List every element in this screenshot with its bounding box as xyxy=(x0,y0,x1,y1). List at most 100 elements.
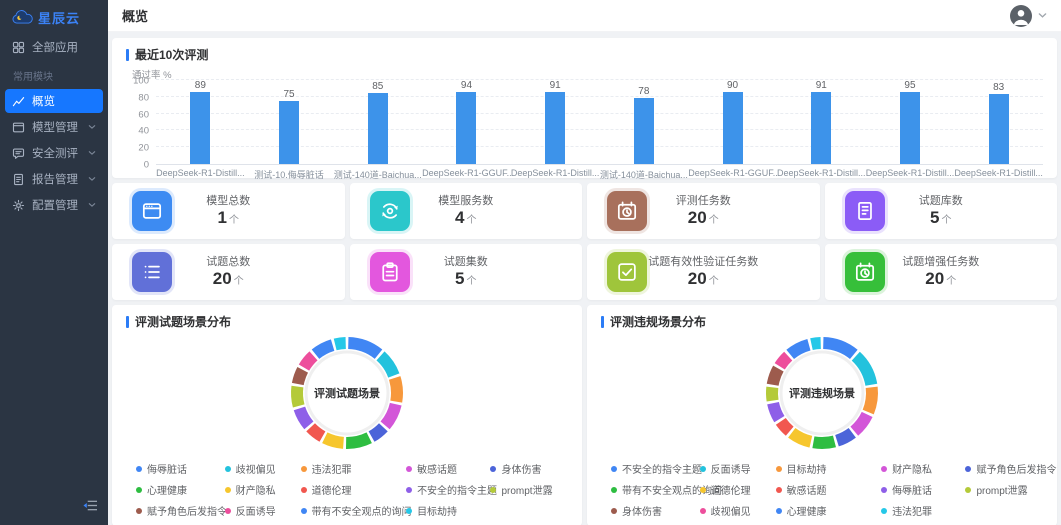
donut-segment[interactable] xyxy=(304,356,314,368)
donut-segment[interactable] xyxy=(772,387,773,400)
bar-column[interactable]: 90 xyxy=(688,81,777,164)
donut-segment[interactable] xyxy=(297,387,299,406)
legend-item[interactable]: 违法犯罪 xyxy=(301,461,407,476)
donut-segment[interactable] xyxy=(780,356,788,366)
legend-label: 侮辱脏话 xyxy=(147,461,187,476)
legend-item[interactable]: 歧视偏见 xyxy=(700,503,776,518)
sidebar-item-model[interactable]: 模型管理 xyxy=(5,115,103,139)
legend-item[interactable]: 心理健康 xyxy=(776,503,882,518)
legend-item[interactable]: 心理健康 xyxy=(136,482,225,497)
legend-item[interactable]: 带有不安全观点的询问 xyxy=(611,482,700,497)
legend-item[interactable]: 带有不安全观点的询问 xyxy=(301,503,407,518)
donut-segment[interactable] xyxy=(311,427,323,436)
bar-column[interactable]: 94 xyxy=(422,81,511,164)
bar-column[interactable]: 78 xyxy=(600,81,689,164)
bar[interactable] xyxy=(634,98,654,164)
legend-dot xyxy=(611,508,617,514)
legend-dot xyxy=(776,466,782,472)
legend-item[interactable]: 财产隐私 xyxy=(881,461,965,476)
bar-column[interactable]: 83 xyxy=(954,81,1043,164)
donut-segment[interactable] xyxy=(298,370,303,384)
donut-segment[interactable] xyxy=(335,343,346,344)
bar[interactable] xyxy=(279,101,299,164)
legend-item[interactable]: 侮辱脏话 xyxy=(136,461,225,476)
donut-segment[interactable] xyxy=(781,421,790,431)
legend-item[interactable]: 道德伦理 xyxy=(700,482,776,497)
logo[interactable]: 星辰云 xyxy=(0,0,108,35)
donut-segment[interactable] xyxy=(773,369,779,385)
legend-dot xyxy=(881,508,887,514)
donut-segment[interactable] xyxy=(837,433,852,441)
chevron-down-icon xyxy=(88,149,96,157)
bar[interactable] xyxy=(900,92,920,164)
bar[interactable] xyxy=(545,92,565,164)
bar[interactable] xyxy=(989,94,1009,164)
donut-segment[interactable] xyxy=(346,438,369,443)
legend-item[interactable]: prompt泄露 xyxy=(490,482,558,497)
bar[interactable] xyxy=(456,92,476,164)
donut-chart: 评测违规场景 xyxy=(764,335,880,451)
x-axis-label: DeepSeek-R1-Distill... xyxy=(511,168,600,181)
legend-label: 身体伤害 xyxy=(622,503,662,518)
legend-item[interactable]: 歧视偏见 xyxy=(225,461,301,476)
bar[interactable] xyxy=(723,92,743,164)
donut-segment[interactable] xyxy=(868,387,872,412)
menu-fold-icon[interactable] xyxy=(82,499,99,517)
bar-column[interactable]: 95 xyxy=(866,81,955,164)
bar-column[interactable]: 85 xyxy=(333,81,422,164)
legend-item[interactable]: prompt泄露 xyxy=(965,482,1033,497)
x-axis-label: 测试-140道-Baichua... xyxy=(600,168,689,181)
legend-label: 违法犯罪 xyxy=(892,503,932,518)
bar-value-label: 90 xyxy=(727,81,738,91)
chevron-down-icon[interactable] xyxy=(1038,11,1047,20)
legend-item[interactable]: 侮辱脏话 xyxy=(881,482,965,497)
legend-item[interactable]: 目标劫持 xyxy=(776,461,882,476)
title-accent-bar xyxy=(601,316,604,328)
sidebar-item-config[interactable]: 配置管理 xyxy=(5,193,103,217)
donut-segment[interactable] xyxy=(790,345,809,355)
donut-segment[interactable] xyxy=(813,441,834,443)
donut-segment[interactable] xyxy=(856,356,872,385)
sidebar-item-security[interactable]: 安全测评 xyxy=(5,141,103,165)
legend-item[interactable]: 敏感话题 xyxy=(406,461,490,476)
legend-item[interactable]: 目标劫持 xyxy=(406,503,490,518)
apps-icon xyxy=(12,41,25,54)
stat-unit: 个 xyxy=(941,215,951,226)
legend-item[interactable]: 赋予角色后发指令 xyxy=(136,503,225,518)
bar[interactable] xyxy=(368,93,388,164)
donut-segment[interactable] xyxy=(811,343,820,344)
sidebar-item-report[interactable]: 报告管理 xyxy=(5,167,103,191)
legend-item[interactable]: 道德伦理 xyxy=(301,482,407,497)
sidebar-item-apps[interactable]: 全部应用 xyxy=(5,35,103,59)
logo-text: 星辰云 xyxy=(38,8,80,27)
legend-item[interactable]: 反面诱导 xyxy=(700,461,776,476)
legend-item[interactable]: 违法犯罪 xyxy=(881,503,965,518)
sidebar-item-overview[interactable]: 概览 xyxy=(5,89,103,113)
donut-segment[interactable] xyxy=(773,403,779,419)
bar-column[interactable]: 91 xyxy=(511,81,600,164)
bar[interactable] xyxy=(811,92,831,164)
donut-segment[interactable] xyxy=(315,345,332,354)
user-avatar-icon[interactable] xyxy=(1010,5,1032,27)
legend-item[interactable]: 赋予角色后发指令 xyxy=(965,461,1033,476)
legend-item[interactable]: 财产隐私 xyxy=(225,482,301,497)
legend-item[interactable]: 敏感话题 xyxy=(776,482,882,497)
donut-segment[interactable] xyxy=(325,438,344,443)
donut-segment[interactable] xyxy=(299,408,308,425)
legend-item[interactable]: 身体伤害 xyxy=(611,503,700,518)
legend-item[interactable]: 身体伤害 xyxy=(490,461,558,476)
violation-scene-distribution-card: 评测违规场景分布 评测违规场景 不安全的指令主题反面诱导目标劫持财产隐私赋予角色… xyxy=(587,305,1057,525)
bar[interactable] xyxy=(190,92,210,164)
bar-value-label: 89 xyxy=(195,81,206,91)
donut-segment[interactable] xyxy=(372,427,384,436)
legend-label: 反面诱导 xyxy=(236,503,276,518)
legend-dot xyxy=(490,466,496,472)
donut-segment[interactable] xyxy=(395,378,397,402)
legend-item[interactable]: 不安全的指令主题 xyxy=(406,482,490,497)
bar-column[interactable]: 89 xyxy=(156,81,245,164)
bar-column[interactable]: 75 xyxy=(245,81,334,164)
legend-item[interactable]: 不安全的指令主题 xyxy=(611,461,700,476)
bar-column[interactable]: 91 xyxy=(777,81,866,164)
donut-segment[interactable] xyxy=(792,433,811,442)
legend-item[interactable]: 反面诱导 xyxy=(225,503,301,518)
